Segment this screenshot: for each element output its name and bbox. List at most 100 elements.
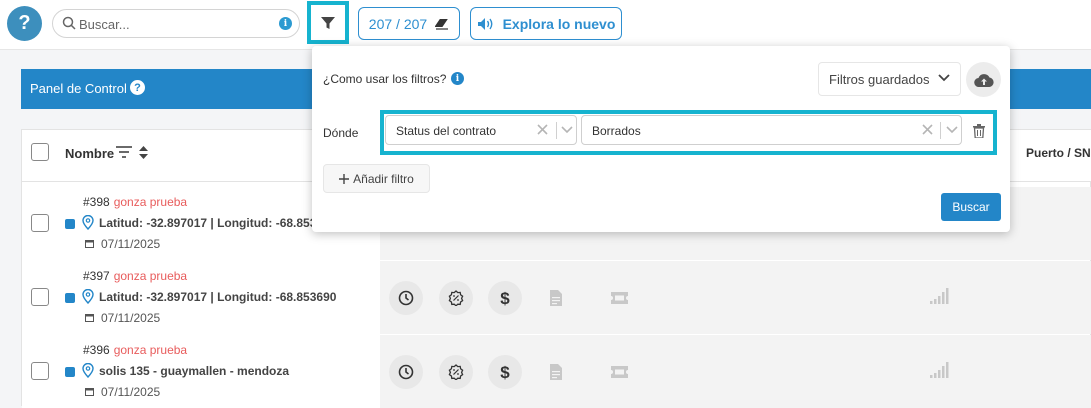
column-sort-controls bbox=[115, 145, 148, 159]
filter-popover: ¿Como usar los filtros? i Filtros guarda… bbox=[312, 46, 1010, 232]
row-actions-cell: $ bbox=[380, 261, 1091, 334]
row-checkbox[interactable] bbox=[31, 288, 49, 306]
signal-icon bbox=[930, 288, 949, 304]
filter-value-text: Borrados bbox=[592, 124, 641, 138]
location-pin-icon bbox=[82, 363, 94, 378]
trash-icon[interactable] bbox=[973, 124, 985, 138]
saved-filters-dropdown[interactable]: Filtros guardados bbox=[818, 62, 961, 96]
discount-icon bbox=[448, 290, 464, 306]
eraser-icon bbox=[435, 18, 449, 30]
help-label: ? bbox=[18, 12, 31, 34]
save-filter-button[interactable] bbox=[966, 62, 1001, 97]
row-actions-cell: $ bbox=[380, 335, 1091, 408]
speaker-icon bbox=[477, 17, 493, 30]
discount-button[interactable] bbox=[439, 281, 473, 315]
row-name[interactable]: gonza prueba bbox=[114, 269, 187, 283]
sort-arrows-icon[interactable] bbox=[139, 145, 148, 159]
history-button[interactable] bbox=[389, 355, 423, 389]
filter-info-icon[interactable]: i bbox=[451, 72, 464, 85]
row-id: #398 bbox=[83, 195, 110, 209]
top-bar: ? i 207 / 207 Explora lo nuevo bbox=[0, 0, 1091, 50]
row-checkbox[interactable] bbox=[31, 214, 49, 232]
payment-button[interactable]: $ bbox=[488, 355, 522, 389]
calendar-icon bbox=[85, 314, 94, 322]
invoice-icon[interactable] bbox=[550, 364, 562, 380]
plus-icon bbox=[339, 173, 350, 184]
location-pin-icon bbox=[82, 215, 94, 230]
column-port-header[interactable]: Puerto / SN bbox=[1026, 146, 1091, 160]
row-name[interactable]: gonza prueba bbox=[114, 195, 187, 209]
clock-icon bbox=[398, 290, 414, 306]
record-count-button[interactable]: 207 / 207 bbox=[358, 7, 460, 40]
cloud-upload-icon bbox=[973, 73, 994, 87]
add-filter-button[interactable]: Añadir filtro bbox=[323, 164, 430, 193]
dollar-icon: $ bbox=[500, 363, 510, 381]
discount-icon bbox=[448, 364, 464, 380]
chevron-down-icon[interactable] bbox=[946, 126, 958, 134]
clear-icon[interactable] bbox=[537, 124, 548, 135]
select-separator bbox=[556, 122, 557, 139]
select-all-checkbox[interactable] bbox=[31, 143, 49, 161]
clear-icon[interactable] bbox=[922, 124, 933, 135]
add-filter-label: Añadir filtro bbox=[353, 171, 414, 186]
chevron-down-icon[interactable] bbox=[561, 126, 573, 134]
filter-howto-link[interactable]: ¿Como usar los filtros? bbox=[323, 72, 446, 86]
saved-filters-label: Filtros guardados bbox=[829, 71, 930, 87]
row-id-line: #398 gonza prueba bbox=[83, 195, 187, 209]
clock-icon bbox=[398, 364, 414, 380]
signal-icon bbox=[930, 362, 949, 378]
invoice-icon[interactable] bbox=[550, 290, 562, 306]
filter-value-select[interactable]: Borrados bbox=[581, 115, 962, 145]
row-info-cell: #397 gonza prueba Latitud: -32.897017 | L… bbox=[22, 261, 380, 334]
row-date: 07/11/2025 bbox=[101, 385, 161, 399]
column-name-header[interactable]: Nombre bbox=[65, 146, 114, 161]
search-info-icon[interactable]: i bbox=[279, 17, 292, 30]
ticket-icon[interactable] bbox=[611, 366, 628, 378]
row-id-line: #397 gonza prueba bbox=[83, 269, 187, 283]
filter-field-value: Status del contrato bbox=[396, 124, 497, 138]
filter-button[interactable] bbox=[307, 1, 349, 44]
calendar-icon bbox=[85, 388, 94, 396]
sort-lines-icon[interactable] bbox=[115, 145, 133, 159]
help-button[interactable]: ? bbox=[7, 6, 42, 41]
row-id: #397 bbox=[83, 269, 110, 283]
status-square bbox=[65, 219, 75, 229]
filter-field-select[interactable]: Status del contrato bbox=[385, 115, 577, 145]
dollar-icon: $ bbox=[500, 289, 510, 307]
panel-help-icon[interactable]: ? bbox=[130, 80, 145, 95]
apply-search-button[interactable]: Buscar bbox=[941, 193, 1001, 221]
panel-title: Panel de Control bbox=[30, 81, 127, 96]
discount-button[interactable] bbox=[439, 355, 473, 389]
search-icon bbox=[62, 16, 76, 30]
calendar-icon bbox=[85, 240, 94, 248]
location-pin-icon bbox=[82, 289, 94, 304]
search-input[interactable] bbox=[79, 14, 269, 34]
where-label: Dónde bbox=[323, 126, 359, 140]
row-location: solis 135 - guaymallen - mendoza bbox=[99, 364, 290, 378]
svg-text:$: $ bbox=[500, 363, 510, 381]
record-count-label: 207 / 207 bbox=[368, 15, 428, 32]
filter-icon bbox=[321, 16, 335, 29]
select-separator bbox=[940, 122, 941, 139]
apply-search-label: Buscar bbox=[952, 200, 990, 214]
history-button[interactable] bbox=[389, 281, 423, 315]
row-info-cell: #396 gonza prueba solis 135 - guaymallen … bbox=[22, 335, 380, 408]
table-row[interactable]: #397 gonza prueba Latitud: -32.897017 | L… bbox=[22, 261, 1091, 334]
status-square bbox=[65, 293, 75, 303]
search-box[interactable]: i bbox=[52, 9, 300, 38]
row-date: 07/11/2025 bbox=[101, 237, 161, 251]
chevron-down-icon bbox=[938, 74, 950, 82]
row-location: Latitud: -32.897017 | Longitud: -68.8536… bbox=[99, 216, 337, 230]
ticket-icon[interactable] bbox=[611, 292, 628, 304]
row-id-line: #396 gonza prueba bbox=[83, 343, 187, 357]
row-name[interactable]: gonza prueba bbox=[114, 343, 187, 357]
row-checkbox[interactable] bbox=[31, 362, 49, 380]
payment-button[interactable]: $ bbox=[488, 281, 522, 315]
row-date: 07/11/2025 bbox=[101, 311, 161, 325]
row-id: #396 bbox=[83, 343, 110, 357]
explora-label: Explora lo nuevo bbox=[502, 15, 616, 32]
table-row[interactable]: #396 gonza prueba solis 135 - guaymallen … bbox=[22, 335, 1091, 408]
row-location: Latitud: -32.897017 | Longitud: -68.8536… bbox=[99, 290, 337, 304]
status-square bbox=[65, 367, 75, 377]
explora-button[interactable]: Explora lo nuevo bbox=[470, 7, 622, 40]
